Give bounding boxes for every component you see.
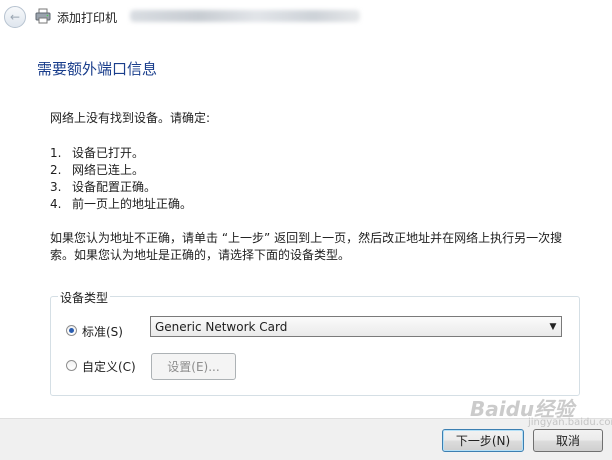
device-type-group-label: 设备类型 [58, 289, 111, 306]
list-number: 1. [50, 146, 62, 160]
explanation-line-1: 如果您认为地址不正确，请单击 “上一步” 返回到上一页，然后改正地址并在网络上执… [50, 231, 563, 245]
back-button[interactable]: ← [4, 6, 26, 28]
list-item: 4. 前一页上的地址正确。 [50, 196, 192, 213]
window-title: 添加打印机 [57, 11, 118, 25]
list-text: 前一页上的地址正确。 [72, 197, 193, 211]
checklist: 1. 设备已打开。 2. 网络已连上。 3. 设备配置正确。 4. 前一页上的地… [50, 145, 192, 213]
standard-radio-label[interactable]: 标准(S) [82, 323, 123, 340]
standard-device-select[interactable]: Generic Network Card ▼ [150, 316, 562, 337]
explanation-line-2: 索。如果您认为地址是正确的，请选择下面的设备类型。 [50, 248, 351, 262]
back-arrow-icon: ← [9, 10, 21, 24]
page-heading: 需要额外端口信息 [37, 60, 158, 78]
chevron-down-icon[interactable]: ▼ [545, 317, 561, 336]
list-item: 2. 网络已连上。 [50, 162, 192, 179]
standard-radio[interactable] [66, 325, 77, 336]
baidu-watermark: Baidu经验 jingyan.baidu.com [470, 393, 612, 433]
list-text: 设备已打开。 [72, 146, 145, 160]
device-type-group [50, 296, 580, 396]
add-printer-window: ← 添加打印机 需要额外端口信息 网络上没有找到设备。请确定: 1. 设备已打开… [0, 0, 612, 460]
title-bar: ← 添加打印机 [0, 0, 612, 34]
standard-device-value: Generic Network Card [155, 319, 288, 334]
list-text: 网络已连上。 [72, 163, 145, 177]
printer-icon [35, 8, 51, 24]
list-item: 1. 设备已打开。 [50, 145, 192, 162]
custom-radio[interactable] [66, 360, 77, 371]
watermark-subtext: jingyan.baidu.com [528, 417, 612, 428]
list-number: 2. [50, 163, 62, 177]
custom-radio-label[interactable]: 自定义(C) [82, 358, 136, 375]
blurred-title-region [130, 10, 360, 22]
intro-text: 网络上没有找到设备。请确定: [50, 111, 211, 125]
list-text: 设备配置正确。 [72, 180, 157, 194]
list-item: 3. 设备配置正确。 [50, 179, 192, 196]
list-number: 3. [50, 180, 62, 194]
list-number: 4. [50, 197, 62, 211]
settings-button[interactable]: 设置(E)... [151, 353, 236, 380]
